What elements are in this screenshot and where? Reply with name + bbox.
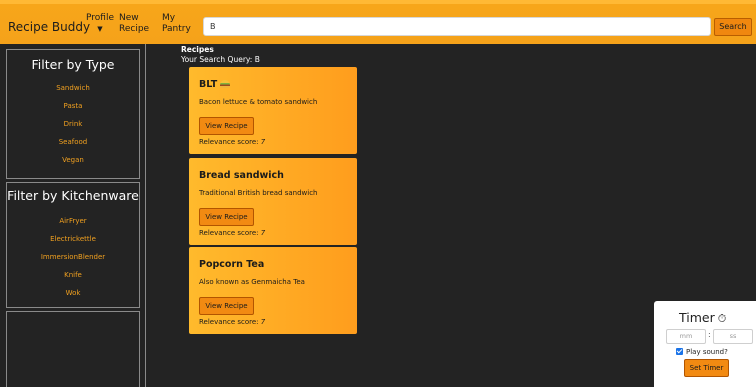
timer-seconds-input[interactable]: ss — [713, 329, 753, 344]
caret-down-icon: ▼ — [97, 25, 103, 33]
timer-widget: Timer ⏱ mm : ss Play sound? Set Timer — [654, 301, 756, 387]
nav-profile-label: Profile — [86, 13, 114, 23]
recipe-title: Popcorn Tea — [199, 259, 265, 270]
relevance-score: Relevance score: 7 — [199, 318, 266, 326]
sidebar-empty-panel — [6, 311, 140, 387]
brand-logo[interactable]: Recipe Buddy — [8, 20, 90, 34]
filter-by-kitchenware-panel: Filter by Kitchenware AirFryer Electrick… — [6, 182, 140, 308]
filter-by-type-title: Filter by Type — [31, 57, 115, 72]
search-query-text: Your Search Query: B — [181, 55, 260, 64]
filter-type-drink[interactable]: Drink — [7, 120, 139, 128]
view-recipe-button[interactable]: View Recipe — [199, 297, 254, 315]
stopwatch-icon: ⏱ — [717, 312, 727, 325]
nav-new-recipe-line1: New — [119, 13, 139, 23]
filter-kitchen-knife[interactable]: Knife — [7, 271, 139, 279]
recipe-card: BLT Bacon lettuce & tomato sandwich View… — [189, 67, 357, 154]
play-sound-option[interactable]: Play sound? — [676, 348, 728, 356]
results-header: Recipes Your Search Query: B — [181, 45, 260, 65]
nav-profile-dropdown[interactable]: Profile ▼ — [86, 13, 114, 34]
recipe-description: Traditional British bread sandwich — [199, 189, 318, 197]
top-navbar: Recipe Buddy Profile ▼ New Recipe My Pan… — [0, 0, 756, 44]
view-recipe-button[interactable]: View Recipe — [199, 117, 254, 135]
filter-kitchen-airfryer[interactable]: AirFryer — [7, 217, 139, 225]
set-timer-button[interactable]: Set Timer — [684, 359, 729, 377]
nav-my-pantry-line2: Pantry — [162, 24, 191, 34]
filter-type-sandwich[interactable]: Sandwich — [7, 84, 139, 92]
filter-type-pasta[interactable]: Pasta — [7, 102, 139, 110]
nav-my-pantry[interactable]: My Pantry — [162, 13, 191, 35]
play-sound-label: Play sound? — [686, 348, 728, 356]
relevance-score: Relevance score: 7 — [199, 229, 266, 237]
filter-kitchen-immersionblender[interactable]: ImmersionBlender — [7, 253, 139, 261]
burger-icon — [220, 80, 231, 88]
timer-title: Timer ⏱ — [679, 310, 727, 325]
filter-by-type-panel: Filter by Type Sandwich Pasta Drink Seaf… — [6, 49, 140, 179]
recipe-card: Bread sandwich Traditional British bread… — [189, 158, 357, 245]
timer-colon: : — [708, 330, 711, 339]
recipe-description: Bacon lettuce & tomato sandwich — [199, 98, 318, 106]
timer-minutes-input[interactable]: mm — [666, 329, 706, 344]
recipe-title: BLT — [199, 79, 231, 90]
nav-new-recipe-line2: Recipe — [119, 24, 150, 34]
relevance-score: Relevance score: 7 — [199, 138, 266, 146]
nav-my-pantry-line1: My — [162, 13, 176, 23]
filter-kitchen-electrickettle[interactable]: Electrickettle — [7, 235, 139, 243]
recipe-description: Also known as Genmaicha Tea — [199, 278, 305, 286]
filter-sidebar: Filter by Type Sandwich Pasta Drink Seaf… — [0, 44, 146, 387]
filter-type-vegan[interactable]: Vegan — [7, 156, 139, 164]
play-sound-checkbox[interactable] — [676, 348, 683, 355]
filter-type-seafood[interactable]: Seafood — [7, 138, 139, 146]
filter-kitchen-wok[interactable]: Wok — [7, 289, 139, 297]
search-button[interactable]: Search — [714, 18, 752, 36]
results-heading: Recipes — [181, 45, 214, 54]
recipe-card: Popcorn Tea Also known as Genmaicha Tea … — [189, 247, 357, 334]
recipe-title: Bread sandwich — [199, 170, 284, 181]
filter-by-kitchenware-title: Filter by Kitchenware — [7, 188, 139, 203]
nav-new-recipe[interactable]: New Recipe — [119, 13, 149, 35]
search-input[interactable]: B — [203, 17, 711, 36]
view-recipe-button[interactable]: View Recipe — [199, 208, 254, 226]
